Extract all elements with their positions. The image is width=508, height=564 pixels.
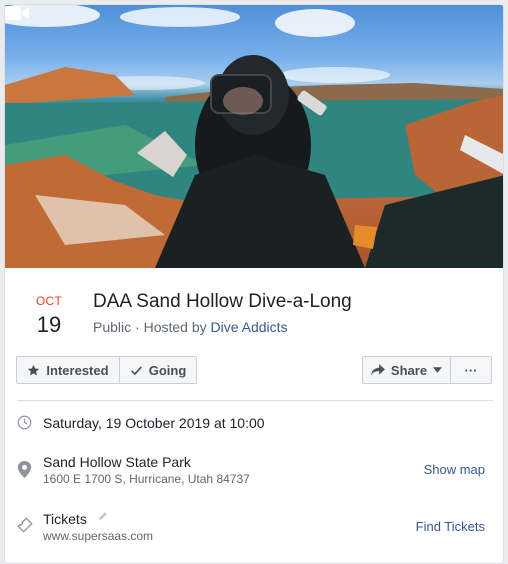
video-icon	[5, 6, 29, 20]
map-pin-icon	[17, 461, 32, 478]
find-tickets-link[interactable]: Find Tickets	[416, 519, 485, 534]
event-date: OCT 19	[29, 294, 69, 338]
interested-label: Interested	[46, 362, 109, 378]
event-day: 19	[36, 312, 62, 337]
location-address: 1600 E 1700 S, Hurricane, Utah 84737	[43, 472, 250, 486]
cover-photo-scene	[5, 5, 503, 268]
event-visibility: Public	[93, 319, 132, 335]
event-card: OCT 19 DAA Sand Hollow Dive-a-Long Publi…	[4, 4, 504, 564]
event-month: OCT	[35, 294, 63, 308]
interested-button[interactable]: Interested	[16, 356, 120, 384]
more-options-button[interactable]: ···	[450, 356, 492, 384]
share-label: Share	[390, 362, 428, 378]
going-label: Going	[148, 362, 187, 378]
event-datetime: Saturday, 19 October 2019 at 10:00	[43, 415, 265, 431]
tickets-label: Tickets	[43, 511, 87, 527]
checkmark-icon	[130, 365, 142, 375]
host-link[interactable]: Dive Addicts	[211, 319, 288, 335]
event-subtitle: Public · Hosted by Dive Addicts	[93, 319, 288, 335]
star-icon	[28, 364, 40, 375]
share-button[interactable]: Share	[362, 356, 451, 384]
going-button[interactable]: Going	[119, 356, 197, 384]
hosted-by-prefix: · Hosted by	[131, 319, 211, 335]
pencil-icon[interactable]	[98, 511, 108, 521]
tickets-site: www.supersaas.com	[43, 529, 154, 543]
chevron-down-icon	[433, 367, 443, 373]
clock-icon	[17, 415, 32, 430]
more-options-label: ···	[464, 362, 478, 378]
location-name[interactable]: Sand Hollow State Park	[43, 454, 191, 470]
cover-photo[interactable]	[5, 5, 503, 268]
show-map-link[interactable]: Show map	[424, 462, 485, 477]
divider	[17, 400, 493, 401]
event-title: DAA Sand Hollow Dive-a-Long	[93, 291, 352, 312]
ticket-icon	[17, 517, 33, 533]
share-arrow-icon	[370, 364, 385, 376]
